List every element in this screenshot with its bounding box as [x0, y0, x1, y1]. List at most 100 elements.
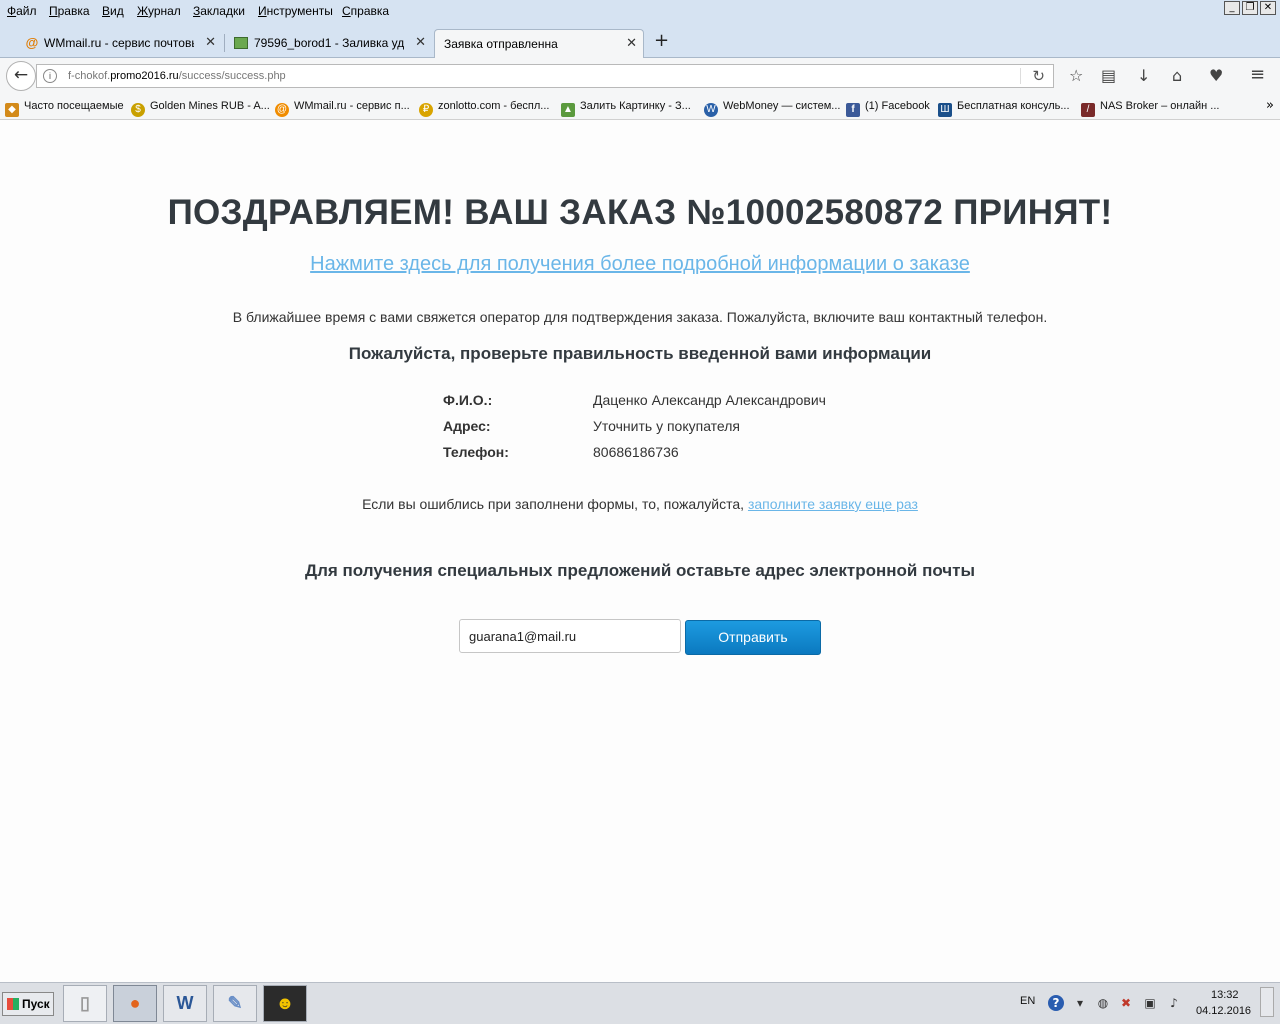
download-icon[interactable]: ↓: [1137, 66, 1150, 85]
language-indicator[interactable]: EN: [1020, 995, 1035, 1007]
refill-form-link[interactable]: заполните заявку еще раз: [748, 496, 918, 512]
taskbar: Пуск ▯ ● W ✎ ☻ EN ? ▾ ◍ ✖ ▣ ♪ 13:32 04.1…: [0, 982, 1280, 1024]
bookmark-golden-mines[interactable]: $ Golden Mines RUB - A...: [131, 100, 270, 117]
tab-separator: [224, 34, 225, 52]
bookmark-label: Часто посещаемые: [24, 100, 124, 112]
info-row-phone: Телефон: 80686186736: [443, 444, 943, 464]
menu-history[interactable]: Журнал: [137, 4, 181, 18]
network-error-icon[interactable]: ✖: [1118, 995, 1134, 1011]
menu-tools[interactable]: Инструменты: [258, 4, 333, 18]
info-row-name: Ф.И.О.: Даценко Александр Александрович: [443, 392, 943, 412]
webmoney-icon: W: [704, 103, 718, 117]
tab-request-sent[interactable]: Заявка отправленна ✕: [434, 29, 644, 59]
cyberghost-icon[interactable]: ☻: [263, 985, 307, 1022]
bookmark-label: Golden Mines RUB - A...: [150, 100, 270, 112]
check-info-heading: Пожалуйста, проверьте правильность введе…: [348, 344, 932, 363]
bookmark-wmmail[interactable]: @ WMmail.ru - сервис п...: [275, 100, 410, 117]
tab-bar: @ WMmail.ru - сервис почтовы... ✕ 79596_…: [0, 24, 1280, 59]
image-icon: ▲: [561, 103, 575, 117]
bookmark-zonlotto[interactable]: ₽ zonlotto.com - беспл...: [419, 100, 549, 117]
nas-broker-icon: /: [1081, 103, 1095, 117]
tab-title: 79596_borod1 - Заливка уд...: [254, 36, 404, 50]
restore-button[interactable]: ❐: [1242, 1, 1258, 15]
info-row-address: Адрес: Уточнить у покупателя: [443, 418, 943, 438]
tab-image-upload[interactable]: 79596_borod1 - Заливка уд... ✕: [228, 29, 432, 59]
network-icon[interactable]: ▣: [1142, 995, 1158, 1011]
order-details-link-text[interactable]: Нажмите здесь для получения более подроб…: [310, 253, 970, 275]
bookmark-label: WMmail.ru - сервис п...: [294, 100, 410, 112]
bookmark-label: NAS Broker – онлайн ...: [1100, 100, 1220, 112]
wmmail-icon: @: [275, 103, 289, 117]
navigation-bar: i f-chokof.promo2016.ru/success/success.…: [0, 58, 1280, 94]
order-details-link[interactable]: Нажмите здесь для получения более подроб…: [0, 253, 1280, 276]
consult-icon: Ш: [938, 103, 952, 117]
retry-text: Если вы ошиблись при заполнени формы, то…: [362, 496, 745, 512]
send-button[interactable]: Отправить: [685, 620, 821, 655]
help-icon[interactable]: ?: [1048, 995, 1064, 1011]
chevron-right-icon[interactable]: »: [1266, 98, 1274, 113]
page-content: ПОЗДРАВЛЯЕМ! ВАШ ЗАКАЗ №10002580872 ПРИН…: [0, 121, 1280, 981]
reload-icon[interactable]: ↻: [1032, 67, 1045, 85]
dollar-coin-icon: $: [131, 103, 145, 117]
volume-icon[interactable]: ♪: [1166, 995, 1182, 1011]
tab-title: WMmail.ru - сервис почтовы...: [44, 36, 194, 50]
close-icon[interactable]: ✕: [415, 35, 426, 50]
start-button[interactable]: Пуск: [2, 992, 54, 1016]
bookmark-star-icon[interactable]: ☆: [1069, 66, 1083, 85]
url-prefix: f-chokof.: [68, 70, 111, 82]
bookmark-label: WebMoney — систем...: [723, 100, 841, 112]
info-value: Уточнить у покупателя: [593, 418, 740, 434]
bookmark-most-visited[interactable]: ◆ Часто посещаемые: [5, 100, 124, 117]
info-label: Телефон:: [443, 444, 509, 460]
bookmark-facebook[interactable]: f (1) Facebook: [846, 100, 930, 117]
reader-list-icon[interactable]: ▤: [1101, 66, 1116, 85]
paint-icon[interactable]: ✎: [213, 985, 257, 1022]
menu-bar: Файл Правка Вид Журнал Закладки Инструме…: [0, 0, 1280, 24]
menu-bookmarks[interactable]: Закладки: [193, 4, 245, 18]
bookmark-free-consult[interactable]: Ш Бесплатная консуль...: [938, 100, 1070, 117]
window-controls: _ ❐ ✕: [1224, 1, 1276, 15]
minimize-button[interactable]: _: [1224, 1, 1240, 15]
blank-document-icon[interactable]: ▯: [63, 985, 107, 1022]
at-icon: @: [25, 35, 39, 50]
bookmark-image-upload[interactable]: ▲ Залить Картинку - З...: [561, 100, 691, 117]
app-tray-icon[interactable]: ◍: [1095, 995, 1111, 1011]
url-separator: [1020, 68, 1021, 84]
clock-time[interactable]: 13:32: [1211, 989, 1239, 1001]
windows-logo-icon: [7, 998, 19, 1010]
info-icon[interactable]: i: [43, 69, 57, 83]
bookmark-webmoney[interactable]: W WebMoney — систем...: [704, 100, 840, 117]
new-tab-button[interactable]: +: [654, 30, 669, 51]
pocket-icon[interactable]: ♥: [1209, 66, 1223, 85]
back-button[interactable]: ←: [6, 61, 36, 91]
bookmark-label: zonlotto.com - беспл...: [438, 100, 550, 112]
bookmark-nas-broker[interactable]: / NAS Broker – онлайн ...: [1081, 100, 1219, 117]
url-path: /success/success.php: [178, 70, 286, 82]
menu-hamburger-icon[interactable]: ≡: [1250, 64, 1265, 85]
firefox-icon[interactable]: ●: [113, 985, 157, 1022]
info-label: Ф.И.О.:: [443, 392, 493, 408]
bookmarks-bar: ◆ Часто посещаемые $ Golden Mines RUB - A.…: [0, 94, 1280, 120]
menu-edit[interactable]: Правка: [49, 4, 90, 18]
word-icon[interactable]: W: [163, 985, 207, 1022]
url-text[interactable]: f-chokof.promo2016.ru/success/success.ph…: [68, 70, 286, 82]
bookmark-label: Бесплатная консуль...: [957, 100, 1070, 112]
menu-file[interactable]: Файл: [7, 4, 37, 18]
start-label: Пуск: [22, 997, 50, 1011]
show-desktop-button[interactable]: [1260, 987, 1274, 1017]
menu-help[interactable]: Справка: [342, 4, 389, 18]
close-icon[interactable]: ✕: [626, 36, 637, 51]
close-window-button[interactable]: ✕: [1260, 1, 1276, 15]
tab-wmmail[interactable]: @ WMmail.ru - сервис почтовы... ✕: [18, 29, 222, 59]
info-label: Адрес:: [443, 418, 491, 434]
email-input[interactable]: [459, 619, 681, 653]
url-bar[interactable]: i f-chokof.promo2016.ru/success/success.…: [36, 64, 1054, 88]
home-icon[interactable]: ⌂: [1172, 66, 1182, 85]
menu-view[interactable]: Вид: [102, 4, 124, 18]
tray-expand-icon[interactable]: ▾: [1072, 995, 1088, 1011]
tab-title: Заявка отправленна: [444, 37, 558, 51]
special-offers-heading: Для получения специальных предложений ос…: [304, 561, 976, 580]
close-icon[interactable]: ✕: [205, 35, 216, 50]
clock-date[interactable]: 04.12.2016: [1196, 1005, 1251, 1017]
info-value: Даценко Александр Александрович: [593, 392, 826, 408]
